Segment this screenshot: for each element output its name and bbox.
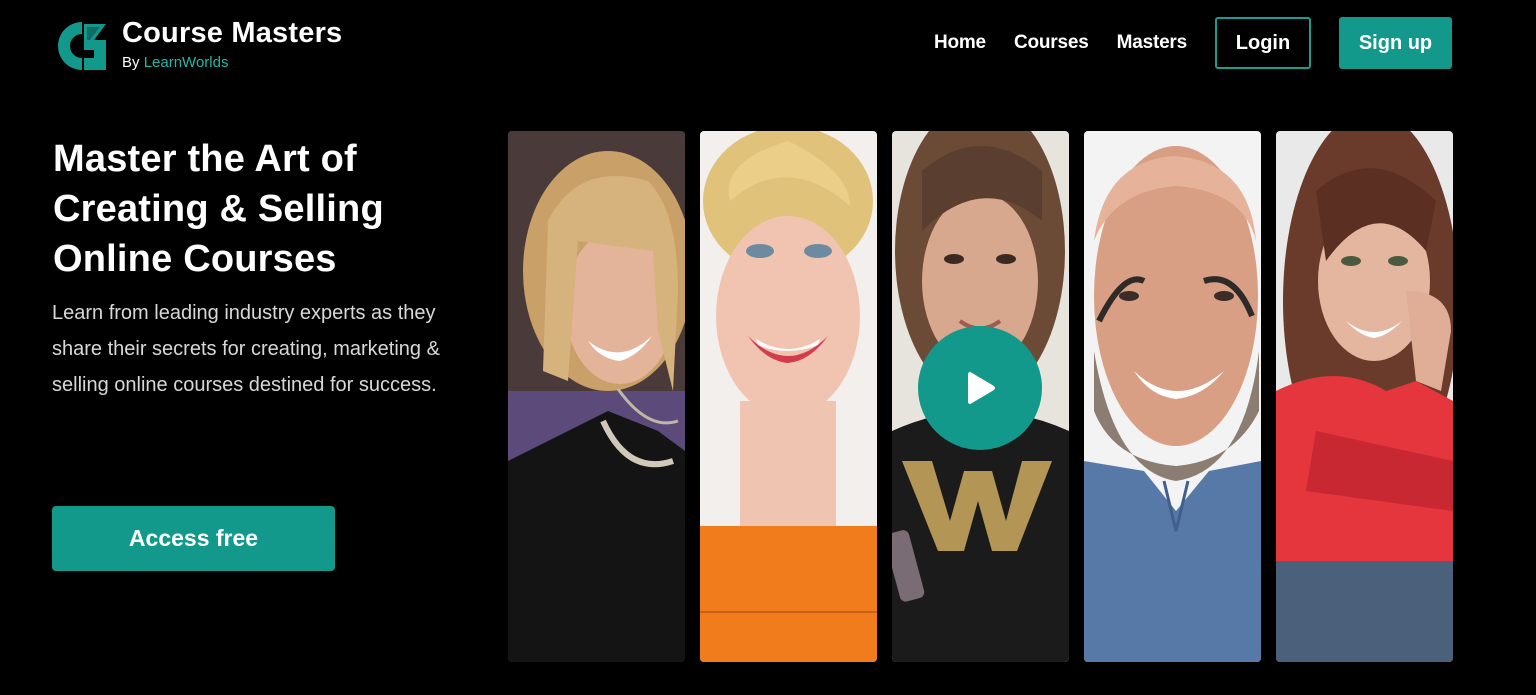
play-video-button[interactable] <box>918 326 1042 450</box>
nav-home[interactable]: Home <box>934 32 986 54</box>
signup-button[interactable]: Sign up <box>1339 17 1452 69</box>
portrait-photo-4 <box>1084 131 1261 662</box>
hero-description: Learn from leading industry experts as t… <box>52 302 440 396</box>
course-masters-logo-icon <box>58 22 106 70</box>
access-free-button[interactable]: Access free <box>52 506 335 571</box>
portrait-card-5 <box>1276 131 1453 662</box>
main-nav: Home Courses Masters Login Sign up <box>934 17 1452 69</box>
logo[interactable]: Course Masters By LearnWorlds <box>54 18 342 74</box>
login-button[interactable]: Login <box>1215 17 1311 69</box>
portrait-card-4 <box>1084 131 1261 662</box>
portrait-photo-1 <box>508 131 685 662</box>
nav-courses[interactable]: Courses <box>1014 32 1089 54</box>
brand-title: Course Masters <box>122 17 343 49</box>
portrait-photo-5 <box>1276 131 1453 662</box>
play-icon <box>968 372 995 404</box>
brand-sub-prefix: By <box>122 54 140 71</box>
brand-subtitle: By LearnWorlds <box>122 54 342 71</box>
brand-sub-name: LearnWorlds <box>143 54 229 71</box>
nav-masters[interactable]: Masters <box>1117 32 1188 54</box>
hero-title: Master the Art of Creating & Selling Onl… <box>53 138 384 280</box>
portrait-photo-2 <box>700 131 877 662</box>
portrait-card-2 <box>700 131 877 662</box>
portrait-card-1 <box>508 131 685 662</box>
